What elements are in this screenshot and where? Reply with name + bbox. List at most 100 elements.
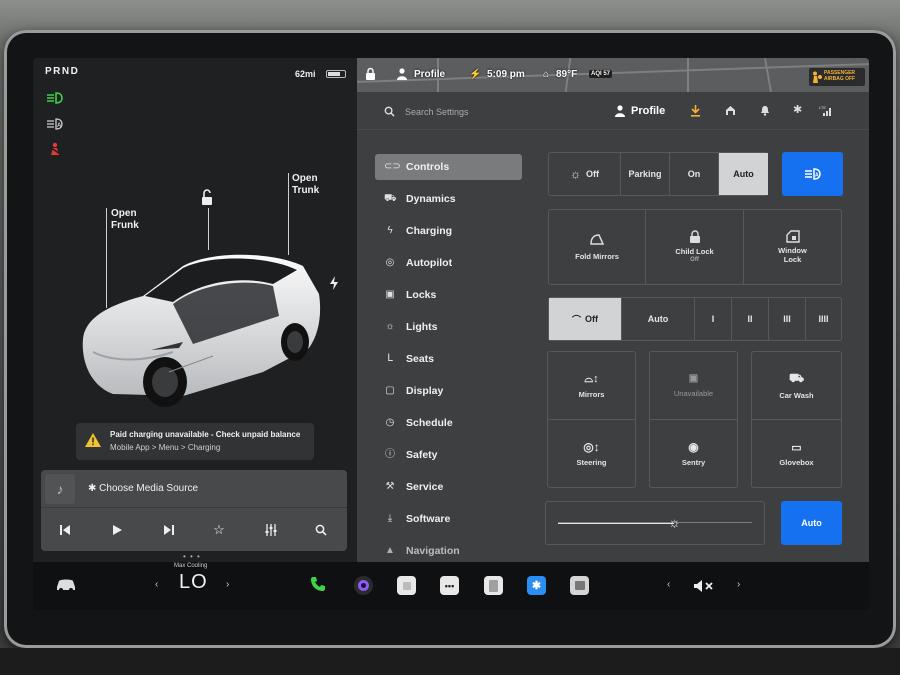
wrench-icon: ⚒ bbox=[385, 481, 395, 492]
previous-track-icon[interactable] bbox=[55, 522, 75, 538]
headlight-off-option[interactable]: ☼ Off bbox=[549, 153, 621, 195]
garage-icon[interactable] bbox=[725, 105, 736, 116]
statusbar-profile[interactable]: Profile bbox=[414, 69, 445, 80]
phone-icon[interactable] bbox=[310, 576, 326, 592]
menu-label: Service bbox=[406, 481, 444, 493]
wiper-speed-2[interactable]: II bbox=[732, 298, 769, 340]
dashcam-app-icon[interactable] bbox=[570, 576, 589, 595]
owners-manual-icon[interactable] bbox=[484, 576, 503, 595]
clock: 5:09 pm bbox=[487, 69, 525, 80]
more-apps-icon[interactable]: ••• bbox=[440, 576, 459, 595]
menu-item-display[interactable]: ▢ Display bbox=[375, 378, 522, 404]
wiper-speed-4[interactable]: IIII bbox=[806, 298, 841, 340]
bluetooth-app-icon[interactable]: ✱ bbox=[527, 576, 546, 595]
headlight-auto-option[interactable]: Auto bbox=[719, 153, 768, 195]
toggle-icon: ⊂⊃ bbox=[384, 161, 401, 172]
menu-item-navigation[interactable]: ▲ Navigation bbox=[375, 538, 522, 564]
menu-label: Dynamics bbox=[406, 193, 456, 205]
mirror-adjust-icon: ⌓↕ bbox=[584, 372, 599, 385]
wiper-off-option[interactable]: ⌒ Off bbox=[549, 298, 622, 340]
notice-subtitle: Mobile App > Menu > Charging bbox=[110, 443, 221, 452]
next-track-icon[interactable] bbox=[159, 522, 179, 538]
open-trunk-button[interactable]: Open Trunk bbox=[292, 173, 319, 197]
media-source-label[interactable]: ✱ Choose Media Source bbox=[88, 483, 198, 494]
equalizer-icon[interactable] bbox=[261, 522, 281, 538]
menu-item-charging[interactable]: ϟ Charging bbox=[375, 218, 522, 244]
menu-label: Controls bbox=[406, 161, 450, 173]
menu-item-safety[interactable]: ⓘ Safety bbox=[375, 442, 522, 468]
glovebox-tile[interactable]: ▭ Glovebox bbox=[752, 420, 841, 487]
clock-icon: ◷ bbox=[385, 417, 395, 428]
menu-item-service[interactable]: ⚒ Service bbox=[375, 474, 522, 500]
headlight-parking-option[interactable]: Parking bbox=[621, 153, 670, 195]
camera-app-icon[interactable] bbox=[354, 576, 373, 595]
temp-down-chevron-icon[interactable]: ‹ bbox=[155, 579, 158, 590]
headlight-telltale-icon bbox=[47, 92, 63, 104]
menu-item-seats[interactable]: ᒪ Seats bbox=[375, 346, 522, 372]
download-update-icon[interactable] bbox=[690, 105, 701, 117]
car-menu-icon[interactable] bbox=[55, 578, 77, 592]
passenger-airbag-indicator: PASSENGER AIRBAG OFF bbox=[809, 68, 865, 86]
child-lock-tile[interactable]: Child Lock Off bbox=[646, 210, 744, 284]
search-icon bbox=[384, 106, 395, 117]
menu-label: Display bbox=[406, 385, 444, 397]
brightness-sun-icon[interactable]: ☼ bbox=[668, 514, 681, 530]
brightness-auto-button[interactable]: Auto bbox=[781, 501, 842, 545]
brightness-slider[interactable]: ☼ bbox=[545, 501, 765, 545]
unavailable-tile: ▣ Unavailable bbox=[650, 352, 737, 419]
auto-headlight-icon: A bbox=[47, 118, 63, 130]
menu-item-locks[interactable]: ▣ Locks bbox=[375, 282, 522, 308]
steering-adjust-tile[interactable]: ◎↕ Steering bbox=[548, 420, 635, 487]
menu-item-autopilot[interactable]: ◎ Autopilot bbox=[375, 250, 522, 276]
menu-item-software[interactable]: ⤓ Software bbox=[375, 506, 522, 532]
menu-item-dynamics[interactable]: ⛟ Dynamics bbox=[375, 186, 522, 212]
option-label: Off bbox=[586, 169, 599, 179]
charging-notice[interactable]: Paid charging unavailable - Check unpaid… bbox=[76, 423, 314, 460]
lock-status-icon[interactable] bbox=[365, 67, 376, 81]
warning-icon bbox=[85, 433, 101, 447]
wiper-speed-1[interactable]: I bbox=[695, 298, 732, 340]
toybox-app-icon[interactable] bbox=[397, 576, 416, 595]
mirror-fold-icon bbox=[590, 233, 605, 245]
wiper-speed-3[interactable]: III bbox=[769, 298, 806, 340]
update-available-icon[interactable]: ⚡ bbox=[469, 69, 481, 80]
play-icon[interactable] bbox=[107, 522, 127, 538]
notifications-bell-icon[interactable] bbox=[760, 105, 770, 116]
volume-down-chevron-icon[interactable]: ‹ bbox=[667, 579, 670, 590]
volume-up-chevron-icon[interactable]: › bbox=[737, 579, 740, 590]
window-lock-tile[interactable]: Window Lock bbox=[744, 210, 841, 284]
media-source-row[interactable]: ♪ ✱ Choose Media Source bbox=[41, 470, 347, 508]
mirrors-adjust-tile[interactable]: ⌓↕ Mirrors bbox=[548, 352, 635, 419]
menu-item-lights[interactable]: ☼ Lights bbox=[375, 314, 522, 340]
car-wash-icon: ⛟ bbox=[788, 371, 805, 385]
media-search-icon[interactable] bbox=[311, 522, 331, 538]
bluetooth-status-icon[interactable]: ✱ bbox=[793, 103, 802, 116]
temp-up-chevron-icon[interactable]: › bbox=[226, 579, 229, 590]
climate-temperature[interactable]: LO bbox=[179, 571, 208, 594]
car-wash-tile[interactable]: ⛟ Car Wash bbox=[752, 352, 841, 419]
glovebox-icon: ▭ bbox=[791, 441, 802, 454]
wiper-icon: ⌒ bbox=[571, 314, 581, 325]
favorite-star-icon[interactable]: ☆ bbox=[209, 522, 229, 538]
charge-port-icon[interactable] bbox=[329, 276, 339, 290]
fold-mirrors-tile[interactable]: Fold Mirrors bbox=[549, 210, 646, 284]
gear-indicator: PRND bbox=[45, 66, 80, 77]
settings-search-bar[interactable]: Search Settings Profile ✱ LTE bbox=[357, 92, 869, 130]
menu-item-schedule[interactable]: ◷ Schedule bbox=[375, 410, 522, 436]
music-note-icon: ♪ bbox=[45, 474, 75, 504]
sentry-tile[interactable]: ◉ Sentry bbox=[650, 420, 737, 487]
page-indicator: • • • bbox=[183, 552, 201, 561]
tile-label: Car Wash bbox=[779, 391, 814, 400]
menu-label: Navigation bbox=[406, 545, 460, 557]
menu-label: Schedule bbox=[406, 417, 453, 429]
unlock-icon[interactable] bbox=[199, 189, 215, 206]
tile-label: Steering bbox=[576, 458, 607, 467]
menu-item-controls[interactable]: ⊂⊃ Controls bbox=[375, 154, 522, 180]
volume-muted-icon[interactable] bbox=[693, 579, 715, 593]
open-frunk-button[interactable]: Open Frunk bbox=[111, 208, 139, 232]
auto-high-beam-button[interactable]: A bbox=[782, 152, 843, 196]
bluetooth-icon: ✱ bbox=[88, 483, 100, 494]
headlight-on-option[interactable]: On bbox=[670, 153, 719, 195]
wiper-auto-option[interactable]: Auto bbox=[622, 298, 695, 340]
header-profile-button[interactable]: Profile bbox=[631, 105, 665, 117]
